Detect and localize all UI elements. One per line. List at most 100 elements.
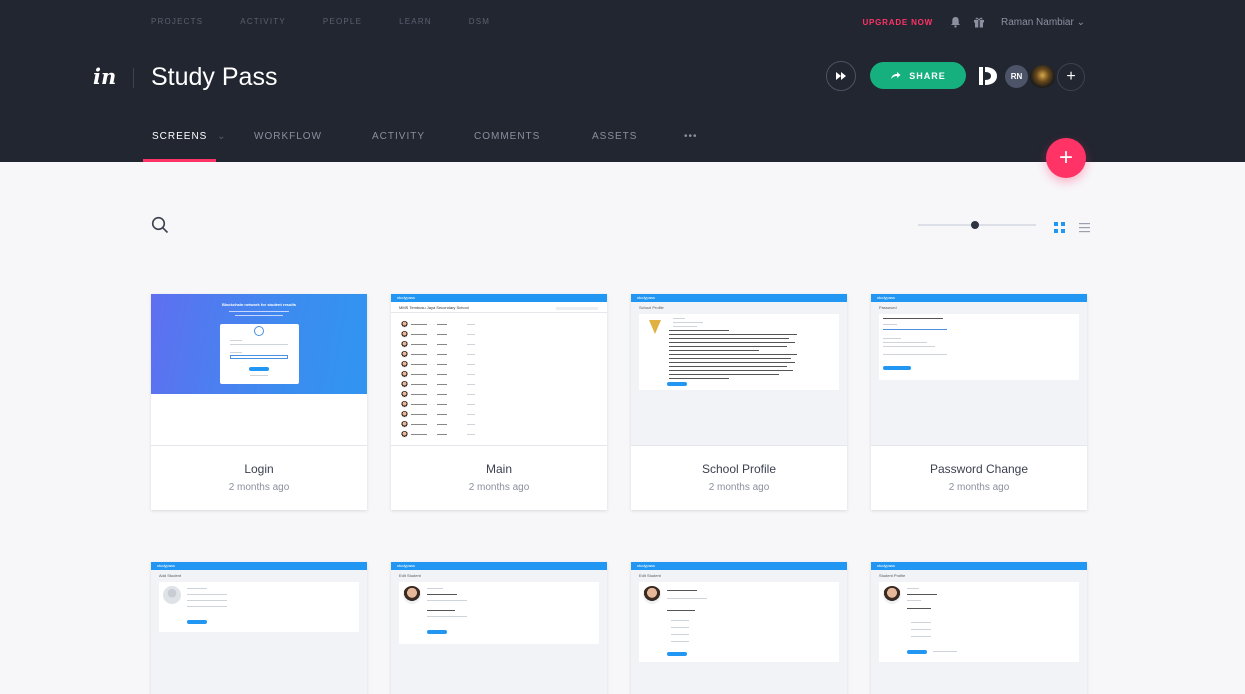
student-avatar xyxy=(401,341,408,348)
student-profile-panel xyxy=(879,582,1079,662)
invision-logo[interactable]: in xyxy=(93,64,116,89)
screen-card-student-profile[interactable]: studypass Student Profile xyxy=(871,562,1087,694)
grid-view-icon[interactable] xyxy=(1054,220,1065,233)
user-menu[interactable]: Raman Nambiar ⌄ xyxy=(1001,17,1085,28)
student-avatar xyxy=(401,321,408,328)
screen-thumbnail[interactable]: studypass Student Profile xyxy=(871,562,1087,694)
thumb-list-row xyxy=(391,400,607,410)
screen-thumbnail[interactable]: studypass Edit Student xyxy=(631,562,847,694)
add-collaborator-button[interactable]: + xyxy=(1057,63,1085,91)
bell-icon[interactable] xyxy=(948,15,962,29)
header-divider xyxy=(133,68,134,88)
thumb-list-row xyxy=(391,360,607,370)
screen-thumbnail[interactable]: studypass School Profile xyxy=(631,294,847,445)
student-avatar xyxy=(643,586,661,604)
thumb-text-line xyxy=(673,322,703,323)
student-avatar xyxy=(401,381,408,388)
tab-assets[interactable]: ASSETS xyxy=(592,131,637,142)
password-panel xyxy=(879,314,1079,380)
tab-comments[interactable]: COMMENTS xyxy=(474,131,540,142)
screen-thumbnail[interactable]: studypass Password xyxy=(871,294,1087,445)
thumb-list-row xyxy=(391,320,607,330)
screen-name[interactable]: School Profile xyxy=(631,462,847,476)
school-profile-panel xyxy=(639,314,839,390)
nav-people[interactable]: PEOPLE xyxy=(323,17,362,26)
tab-workflow[interactable]: WORKFLOW xyxy=(254,131,322,142)
screen-card-edit-student[interactable]: studypass Edit Student xyxy=(391,562,607,694)
thumb-text-line xyxy=(669,342,795,343)
screen-name[interactable]: Password Change xyxy=(871,462,1087,476)
avatar-placeholder xyxy=(163,586,181,604)
student-avatar xyxy=(401,431,408,438)
student-avatar xyxy=(401,331,408,338)
thumb-text-line xyxy=(669,354,797,355)
student-avatar xyxy=(401,371,408,378)
add-screen-button[interactable]: + xyxy=(1046,138,1086,178)
screen-thumbnail[interactable]: studypass Add Student xyxy=(151,562,367,694)
edit-student-docs-panel xyxy=(639,582,839,662)
search-icon[interactable] xyxy=(151,216,169,234)
avatar-rn[interactable]: RN xyxy=(1003,63,1030,90)
edit-student-panel xyxy=(399,582,599,644)
student-avatar xyxy=(401,351,408,358)
zoom-slider-handle[interactable] xyxy=(971,221,979,229)
nav-dsm[interactable]: DSM xyxy=(469,17,490,26)
present-button[interactable] xyxy=(826,61,856,91)
thumb-title: School Profile xyxy=(639,305,664,310)
nav-learn[interactable]: LEARN xyxy=(399,17,432,26)
thumb-title: Edit Student xyxy=(639,573,661,578)
nav-activity[interactable]: ACTIVITY xyxy=(240,17,286,26)
screen-updated: 2 months ago xyxy=(708,482,770,493)
screen-updated: 2 months ago xyxy=(948,482,1010,493)
student-avatar xyxy=(401,361,408,368)
screen-name[interactable]: Login xyxy=(151,462,367,476)
thumb-list-row xyxy=(391,380,607,390)
share-label: SHARE xyxy=(909,70,946,81)
list-view-icon[interactable] xyxy=(1079,220,1090,233)
screen-updated: 2 months ago xyxy=(228,482,290,493)
thumb-title: Student Profile xyxy=(879,573,906,578)
screen-thumbnail[interactable]: Blockchain network for student results xyxy=(151,294,367,445)
upgrade-link[interactable]: UPGRADE NOW xyxy=(862,18,933,27)
screen-thumbnail[interactable]: studypass Edit Student xyxy=(391,562,607,694)
tab-activity[interactable]: ACTIVITY xyxy=(372,131,425,142)
screen-card-login[interactable]: Blockchain network for student results L… xyxy=(151,294,367,510)
top-right-actions: UPGRADE NOW Raman Nambiar ⌄ xyxy=(862,15,1085,29)
thumb-text-line xyxy=(669,374,779,375)
thumb-list-row xyxy=(391,330,607,340)
user-name: Raman Nambiar xyxy=(1001,16,1074,28)
thumb-title: Add Student xyxy=(159,573,182,578)
thumb-list-row xyxy=(391,350,607,360)
project-title: Study Pass xyxy=(151,63,278,91)
thumb-list-row xyxy=(391,390,607,400)
screen-card-school-profile[interactable]: studypass School Profile School Profile … xyxy=(631,294,847,510)
thumb-list-row xyxy=(391,410,607,420)
screen-updated: 2 months ago xyxy=(468,482,530,493)
tab-more[interactable]: ••• xyxy=(684,131,698,142)
thumb-list-row xyxy=(391,420,607,430)
screen-card-password-change[interactable]: studypass Password Password Change 2 mon… xyxy=(871,294,1087,510)
screen-thumbnail[interactable]: studypass MMS Tembusu Jaya Secondary Sch… xyxy=(391,294,607,445)
student-avatar xyxy=(401,401,408,408)
student-avatar xyxy=(403,586,421,604)
thumb-list-row xyxy=(391,340,607,350)
student-avatar xyxy=(401,421,408,428)
thumb-text-line xyxy=(669,334,797,335)
tab-screens[interactable]: SCREENS ⌄ xyxy=(152,131,227,142)
student-avatar xyxy=(401,411,408,418)
thumb-bottom-fill xyxy=(151,394,367,445)
screen-card-add-student[interactable]: studypass Add Student xyxy=(151,562,367,694)
avatar-collaborator[interactable] xyxy=(1028,63,1057,90)
thumb-text-line xyxy=(669,330,729,331)
school-crest-icon xyxy=(649,320,661,334)
screen-name[interactable]: Main xyxy=(391,462,607,476)
share-button[interactable]: SHARE xyxy=(870,62,966,89)
screen-card-main[interactable]: studypass MMS Tembusu Jaya Secondary Sch… xyxy=(391,294,607,510)
thumb-list-row xyxy=(391,430,607,440)
thumb-title: Password xyxy=(879,305,897,310)
thumb-title: Edit Student xyxy=(399,573,421,578)
screen-card-edit-student-documents[interactable]: studypass Edit Student xyxy=(631,562,847,694)
gift-icon[interactable] xyxy=(972,15,986,29)
student-avatar xyxy=(401,391,408,398)
nav-projects[interactable]: PROJECTS xyxy=(151,17,203,26)
